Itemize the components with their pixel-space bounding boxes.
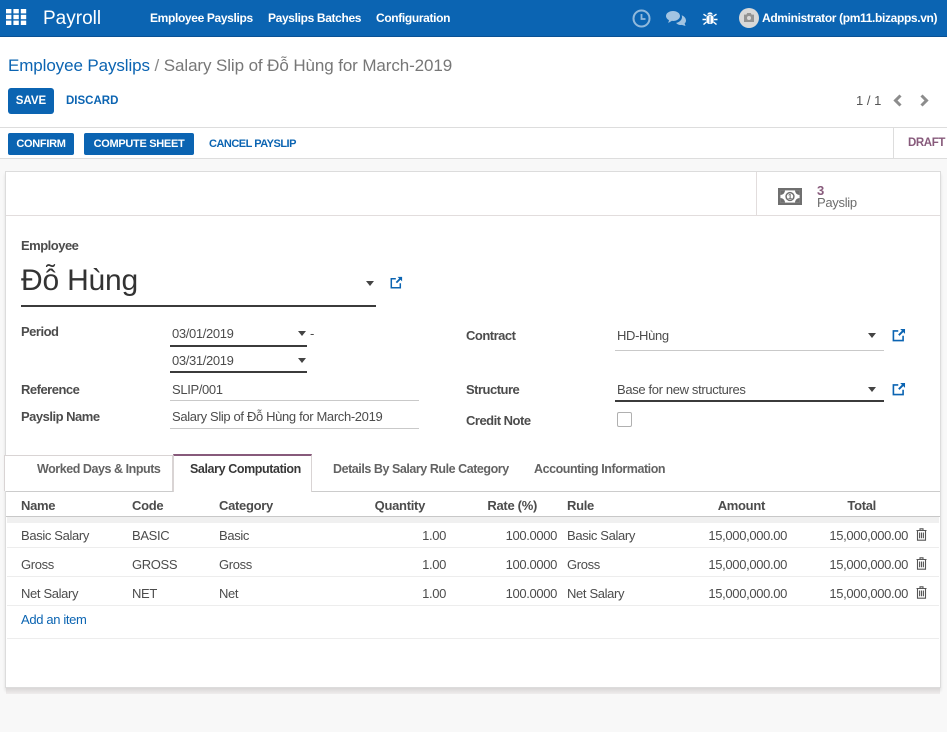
svg-text:1: 1 — [788, 192, 792, 201]
